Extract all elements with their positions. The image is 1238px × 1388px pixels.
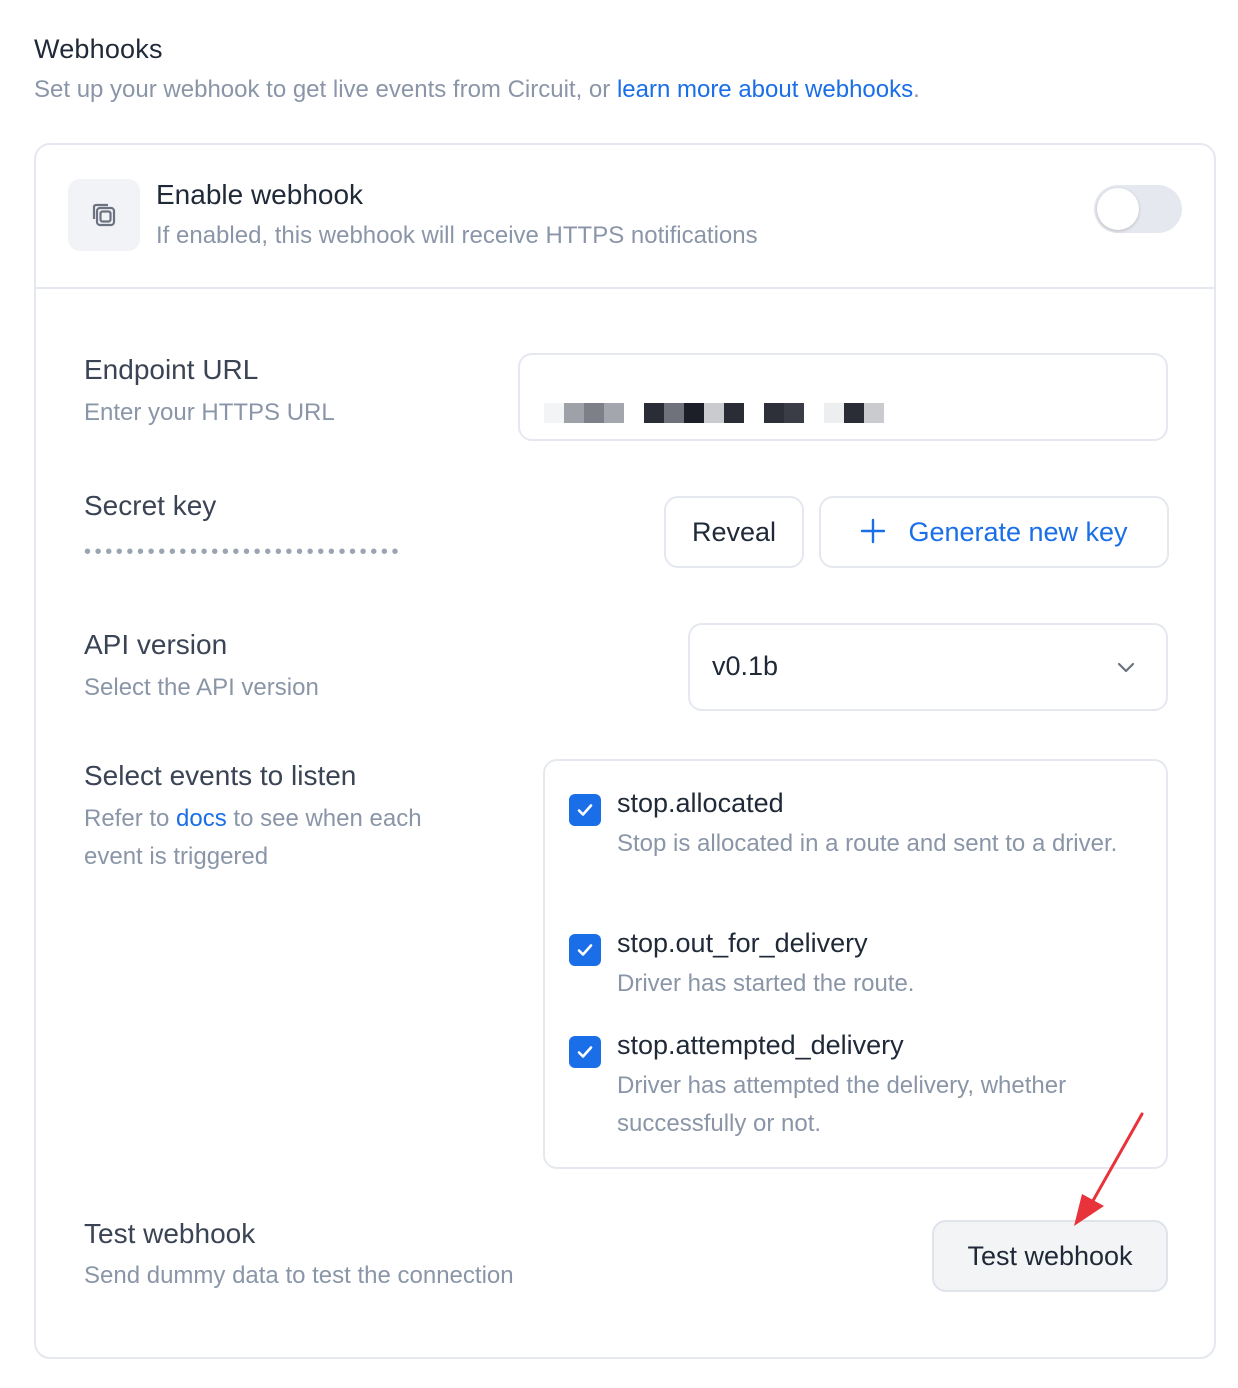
event-checkbox-stop-attempted-delivery[interactable] [569,1036,601,1068]
secret-key-masked-value: •••••••••••••••••••••••••••••• [84,541,403,563]
toggle-knob [1097,188,1139,230]
plus-icon [860,514,886,550]
copy-icon [68,179,140,251]
subtitle-suffix: . [913,76,920,103]
event-name: stop.out_for_delivery [617,928,868,958]
page-title: Webhooks [34,34,163,65]
endpoint-url-input[interactable] [518,353,1168,441]
endpoint-url-description: Enter your HTTPS URL [84,399,335,426]
secret-key-title: Secret key [84,490,217,521]
event-name: stop.allocated [617,788,784,818]
select-events-title: Select events to listen [84,760,357,791]
webhook-card: Enable webhook If enabled, this webhook … [34,143,1216,1359]
chevron-down-icon [1116,657,1136,682]
api-version-select[interactable]: v0.1b [688,623,1168,711]
generate-new-key-label: Generate new key [908,516,1128,547]
event-checkbox-stop-out-for-delivery[interactable] [569,934,601,966]
test-webhook-title: Test webhook [84,1218,256,1249]
event-name: stop.attempted_delivery [617,1030,904,1060]
event-checkbox-stop-allocated[interactable] [569,794,601,826]
event-description: Stop is allocated in a route and sent to… [617,830,1118,857]
check-icon [577,1046,593,1058]
events-desc-prefix: Refer to [84,805,177,832]
enable-webhook-title: Enable webhook [156,179,364,210]
select-events-description: Refer to docs to see when each event is … [84,800,484,876]
api-version-title: API version [84,629,228,660]
api-version-selected-value: v0.1b [712,651,779,681]
test-webhook-description: Send dummy data to test the connection [84,1262,514,1289]
annotation-arrow-icon [1074,1112,1144,1226]
enable-webhook-row: Enable webhook If enabled, this webhook … [36,145,1214,289]
page-title-text: Webhooks [34,34,163,64]
endpoint-url-title: Endpoint URL [84,354,259,385]
api-version-description: Select the API version [84,674,319,701]
docs-link[interactable]: docs [176,805,227,832]
check-icon [577,804,593,816]
subtitle-text: Set up your webhook to get live events f… [34,76,617,103]
enable-webhook-description: If enabled, this webhook will receive HT… [156,222,758,249]
event-description: Driver has started the route. [617,970,915,997]
check-icon [577,944,593,956]
learn-more-link[interactable]: learn more about webhooks [617,76,913,103]
reveal-button[interactable]: Reveal [664,496,804,568]
enable-webhook-toggle[interactable] [1094,185,1182,233]
generate-new-key-button[interactable]: Generate new key [819,496,1169,568]
page-subtitle: Set up your webhook to get live events f… [34,76,920,104]
